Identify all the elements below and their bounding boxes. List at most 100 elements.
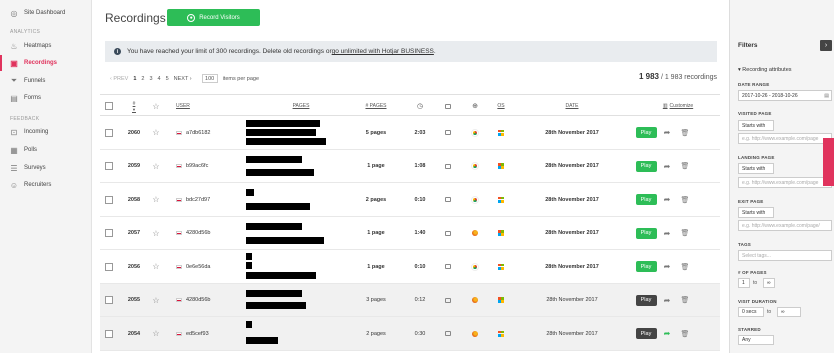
sidebar-item-heatmaps[interactable]: ♨ Heatmaps (0, 38, 92, 54)
visited-page-input[interactable]: e.g. http://www.example.com/page (738, 133, 832, 144)
sidebar-item-surveys[interactable]: ☰ Surveys (0, 160, 92, 176)
upgrade-link[interactable]: go unlimited with Hotjar BUSINESS (332, 48, 434, 55)
sort-number-header[interactable]: # ▼ (120, 95, 148, 117)
visit-duration-to-input[interactable]: ∞ (777, 307, 801, 317)
share-icon[interactable]: ➦ (660, 250, 674, 283)
user-cell[interactable]: b99ac6fc (168, 150, 238, 183)
sidebar-item-recordings[interactable]: ▣ Recordings (0, 55, 92, 71)
trash-icon[interactable]: 🗑 (678, 217, 692, 250)
row-checkbox[interactable] (100, 150, 118, 183)
record-visitors-button[interactable]: ● Record Visitors (167, 9, 260, 26)
share-icon[interactable]: ➦ (660, 217, 674, 250)
sidebar-item-forms[interactable]: ▤ Forms (0, 90, 92, 106)
play-button[interactable]: Play (634, 284, 658, 317)
feedback-tab[interactable] (823, 138, 834, 186)
num-pages-to-input[interactable]: ∞ (763, 278, 775, 288)
num-pages-from-input[interactable]: 1 (738, 278, 750, 288)
star-icon[interactable]: ☆ (146, 217, 166, 250)
table-row[interactable]: 2054 ☆ ed5cef93 2 pages 0:30 28th November 20… (100, 317, 720, 351)
date-cell: 28th November 2017 (546, 330, 598, 337)
user-id: 4280d56b (186, 297, 211, 303)
row-checkbox[interactable] (100, 284, 118, 317)
play-button[interactable]: Play (634, 150, 658, 183)
play-button[interactable]: Play (634, 317, 658, 350)
row-checkbox[interactable] (100, 217, 118, 250)
survey-icon: ☰ (10, 163, 18, 173)
globe-icon[interactable]: ⊕ (465, 95, 485, 117)
sidebar-item-recruiters[interactable]: ☺ Recruiters (0, 177, 92, 193)
pagination-page-2[interactable]: 2 (141, 76, 144, 82)
date-range-input[interactable]: 2017-10-26 - 2018-10-26 ▤ (738, 90, 832, 101)
play-button[interactable]: Play (634, 116, 658, 149)
share-icon[interactable]: ➦ (660, 150, 674, 183)
share-icon[interactable]: ➦ (660, 183, 674, 216)
star-icon[interactable]: ☆ (146, 250, 166, 283)
table-row[interactable]: 2059 ☆ b99ac6fc 1 page 1:08 28th November 201… (100, 149, 720, 183)
play-button[interactable]: Play (634, 250, 658, 283)
pagination-page-1[interactable]: 1 (133, 76, 136, 82)
date-header[interactable]: DATE (522, 95, 622, 117)
row-checkbox[interactable] (100, 116, 118, 149)
pagination-prev[interactable]: ‹ PREV (110, 76, 128, 82)
row-checkbox[interactable] (100, 317, 118, 350)
visit-duration-from-input[interactable]: 0 secs (738, 307, 764, 317)
table-row[interactable]: 2058 ☆ bdc27d97 2 pages 0:10 28th November 20… (100, 183, 720, 217)
star-icon[interactable]: ☆ (146, 150, 166, 183)
pagination-page-3[interactable]: 3 (149, 76, 152, 82)
exit-page-input[interactable]: e.g. http://www.example.com/page/ (738, 220, 832, 231)
table-row[interactable]: 2060 ☆ a7db6182 5 pages 2:03 28th November 20… (100, 116, 720, 150)
table-row[interactable]: 2056 ☆ 0e6e56da 1 page 0:10 28th November 201… (100, 250, 720, 284)
trash-icon[interactable]: 🗑 (678, 284, 692, 317)
clock-icon[interactable]: ◷ (410, 95, 430, 117)
num-pages-header[interactable]: # PAGES (352, 95, 400, 117)
user-header[interactable]: USER (168, 95, 228, 117)
user-cell[interactable]: a7db6182 (168, 116, 238, 149)
star-icon[interactable]: ☆ (146, 284, 166, 317)
trash-icon[interactable]: 🗑 (678, 116, 692, 149)
pagination-page-4[interactable]: 4 (158, 76, 161, 82)
row-checkbox[interactable] (100, 183, 118, 216)
form-icon: ▤ (10, 93, 18, 103)
share-icon[interactable]: ➦ (660, 116, 674, 149)
star-icon[interactable]: ☆ (146, 116, 166, 149)
landing-page-operator[interactable]: Starts with (738, 163, 774, 174)
share-icon[interactable]: ➦ (660, 317, 674, 350)
user-id: 4280d56b (186, 230, 211, 236)
sidebar-item-polls[interactable]: ▦ Polls (0, 142, 92, 158)
pages-header[interactable]: PAGES (246, 95, 356, 117)
starred-select[interactable]: Any (738, 335, 774, 345)
trash-icon[interactable]: 🗑 (678, 317, 692, 350)
trash-icon[interactable]: 🗑 (678, 250, 692, 283)
star-icon[interactable]: ☆ (146, 183, 166, 216)
table-row[interactable]: 2055 ☆ 4280d56b 3 pages 0:12 28th November 20… (100, 283, 720, 317)
table-row[interactable]: 2057 ☆ 4280d56b 1 page 1:40 28th November 201… (100, 216, 720, 250)
share-icon[interactable]: ➦ (660, 284, 674, 317)
user-cell[interactable]: 4280d56b (168, 284, 238, 317)
per-page-input[interactable]: 100 (201, 74, 218, 83)
landing-page-input[interactable]: e.g. http://www.example.com/page (738, 177, 832, 188)
row-checkbox[interactable] (100, 250, 118, 283)
sidebar-item-incoming[interactable]: ⊡ Incoming (0, 124, 92, 140)
trash-icon[interactable]: 🗑 (678, 183, 692, 216)
recording-attributes-toggle[interactable]: ▾ Recording attributes (738, 67, 792, 73)
close-filters-button[interactable]: › (820, 40, 832, 51)
user-cell[interactable]: ed5cef93 (168, 317, 238, 350)
user-cell[interactable]: bdc27d97 (168, 183, 238, 216)
user-cell[interactable]: 0e6e56da (168, 250, 238, 283)
pagination-page-5[interactable]: 5 (166, 76, 169, 82)
os-header[interactable]: OS (491, 95, 511, 117)
play-button[interactable]: Play (634, 183, 658, 216)
exit-page-operator[interactable]: Starts with (738, 207, 774, 218)
sidebar-item-site-dashboard[interactable]: ◎ Site Dashboard (0, 5, 92, 21)
trash-icon[interactable]: 🗑 (678, 150, 692, 183)
tags-input[interactable]: Select tags... (738, 250, 832, 261)
play-button[interactable]: Play (634, 217, 658, 250)
customize-link[interactable]: ▥ Customize (643, 95, 713, 117)
visited-page-operator[interactable]: Starts with (738, 120, 774, 131)
select-all-checkbox[interactable] (100, 95, 118, 117)
star-icon[interactable]: ☆ (146, 317, 166, 350)
user-cell[interactable]: 4280d56b (168, 217, 238, 250)
monitor-icon[interactable] (438, 95, 458, 117)
pagination-next[interactable]: NEXT › (174, 76, 192, 82)
sidebar-item-funnels[interactable]: ⏷ Funnels (0, 73, 92, 89)
